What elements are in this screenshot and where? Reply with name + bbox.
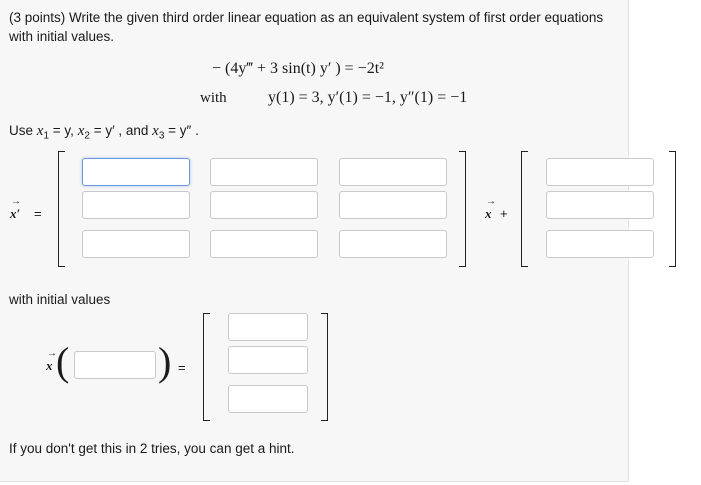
matrix-cell-3-3[interactable] xyxy=(339,230,447,258)
initial-value-1[interactable] xyxy=(228,313,308,341)
initial-time-input[interactable] xyxy=(74,351,156,379)
initial-values-label: with initial values xyxy=(9,292,111,307)
vector-arrow-icon: → xyxy=(486,196,496,207)
x-initial-symbol: x xyxy=(46,358,53,373)
problem-panel: (3 points) Write the given third order l… xyxy=(0,0,676,482)
substitution-instructions: Use x1 = y, x2 = y′ , and x3 = y″ . xyxy=(9,123,199,142)
vector-arrow-icon: → xyxy=(11,196,21,207)
matrix-cell-1-2[interactable] xyxy=(210,158,318,186)
matrix-cell-1-1[interactable] xyxy=(82,158,190,186)
prime-mark: ′ xyxy=(16,206,21,221)
prompt-text: Write the given third order linear equat… xyxy=(9,10,604,44)
initial-right-bracket xyxy=(321,313,328,421)
matrix-cell-1-3[interactable] xyxy=(339,158,447,186)
points-label: (3 points) xyxy=(9,10,66,25)
forcing-cell-3[interactable] xyxy=(546,230,654,258)
matrix-cell-3-1[interactable] xyxy=(82,230,190,258)
initial-value-2[interactable] xyxy=(228,346,308,374)
matrix-right-bracket xyxy=(459,151,466,267)
x1-definition: = y, xyxy=(52,123,74,138)
x-initial-vector: → x xyxy=(46,348,57,374)
x3-subscript: 3 xyxy=(158,130,165,142)
system-equals: = xyxy=(34,206,42,221)
x-prime-vector: → x′ xyxy=(10,196,21,222)
x3-definition: = y″ . xyxy=(168,123,199,138)
problem-statement: (3 points) Write the given third order l… xyxy=(9,8,609,46)
forcing-right-bracket xyxy=(669,151,676,267)
hint-message: If you don't get this in 2 tries, you ca… xyxy=(9,441,295,456)
system-plus: + xyxy=(500,206,508,221)
x2-subscript: 2 xyxy=(84,130,90,142)
initial-conditions: y(1) = 3, y′(1) = −1, y″(1) = −1 xyxy=(268,89,468,106)
forcing-cell-2[interactable] xyxy=(546,191,654,219)
initial-equals: = xyxy=(178,360,186,375)
x1-subscript: 1 xyxy=(43,130,50,142)
right-paren: ) xyxy=(158,339,172,384)
x-vector: → x xyxy=(485,196,496,222)
x2-definition: = y′ , and xyxy=(93,123,149,138)
matrix-cell-2-2[interactable] xyxy=(210,191,318,219)
left-paren: ( xyxy=(56,339,70,384)
matrix-cell-2-3[interactable] xyxy=(339,191,447,219)
forcing-left-bracket xyxy=(521,151,528,267)
x3-symbol: x xyxy=(152,123,159,139)
matrix-cell-2-1[interactable] xyxy=(82,191,190,219)
matrix-cell-3-2[interactable] xyxy=(210,230,318,258)
x-symbol: x xyxy=(485,206,492,221)
forcing-cell-1[interactable] xyxy=(546,158,654,186)
differential-equation: − (4y‴ + 3 sin(t) y′ ) = −2t² xyxy=(212,60,384,77)
use-label: Use xyxy=(9,123,34,138)
initial-value-3[interactable] xyxy=(228,385,308,413)
matrix-left-bracket xyxy=(58,151,65,267)
with-label: with xyxy=(200,90,227,106)
initial-left-bracket xyxy=(203,313,210,421)
